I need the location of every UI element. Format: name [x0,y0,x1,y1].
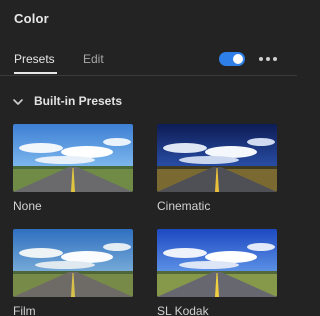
preset-thumbnail [157,124,277,192]
more-horizontal-icon [266,57,270,61]
more-horizontal-icon [273,57,277,61]
tab-presets[interactable]: Presets [14,52,55,66]
preset-label: SL Kodak [157,304,209,316]
preset-label: Film [13,304,36,316]
more-options-button[interactable] [258,52,278,66]
chevron-down-icon [13,99,23,105]
tab-bar: Presets Edit [0,48,297,76]
preset-thumbnail [157,229,277,297]
toggle-knob [233,54,243,64]
preset-film[interactable]: Film [13,229,133,316]
preset-cinematic[interactable]: Cinematic [157,124,277,213]
preset-thumbnail [13,124,133,192]
preset-label: None [13,199,42,213]
preset-label: Cinematic [157,199,211,213]
active-tab-indicator [14,72,57,74]
color-enable-toggle[interactable] [219,52,245,66]
preset-sl-kodak[interactable]: SL Kodak [157,229,277,316]
built-in-presets-header[interactable]: Built-in Presets [0,92,297,112]
section-label: Built-in Presets [34,94,123,108]
color-panel: Color Presets Edit Built-in Presets None… [0,0,297,316]
preset-thumbnail [13,229,133,297]
tab-edit[interactable]: Edit [83,52,104,66]
more-horizontal-icon [259,57,263,61]
panel-title: Color [14,11,49,26]
preset-none[interactable]: None [13,124,133,213]
